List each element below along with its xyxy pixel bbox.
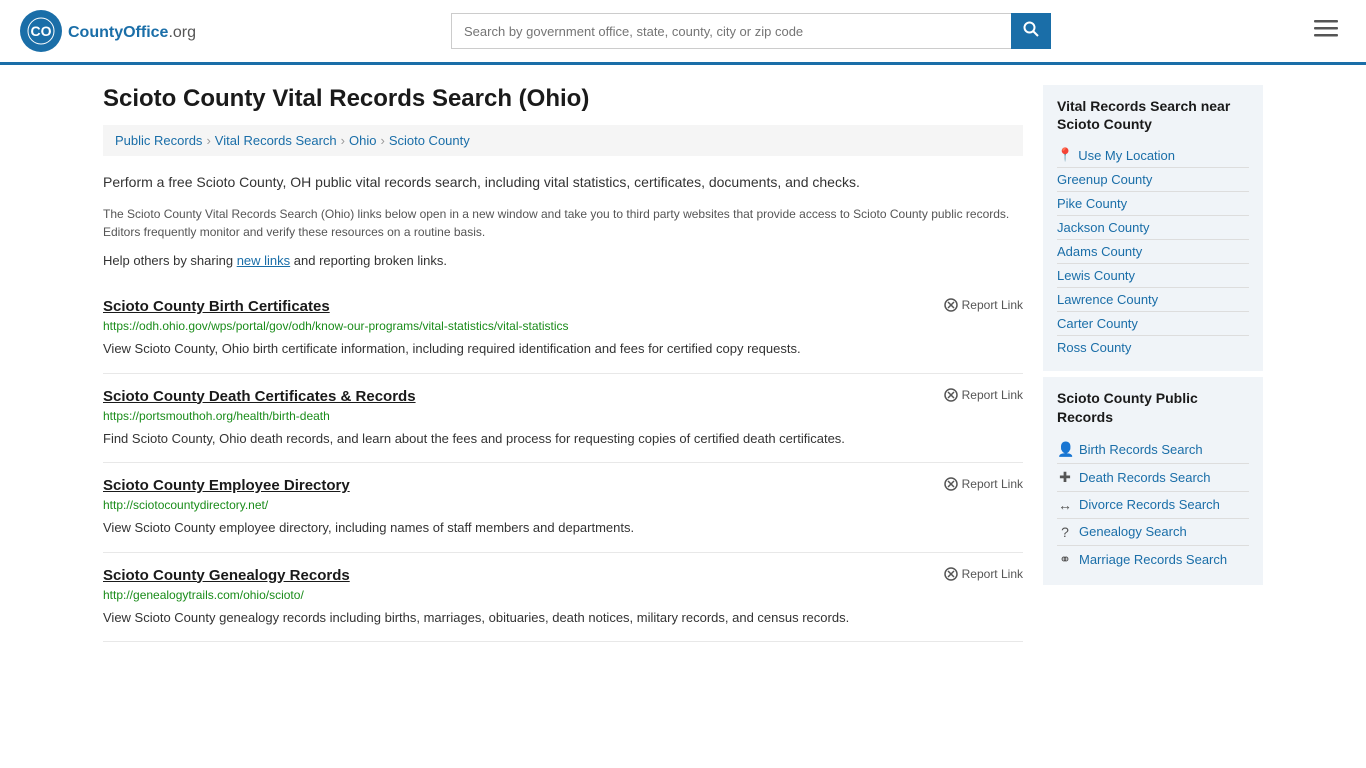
content-area: Scioto County Vital Records Search (Ohio… (103, 85, 1023, 642)
result-item: Scioto County Genealogy Records Report L… (103, 553, 1023, 643)
new-links[interactable]: new links (237, 253, 290, 268)
result-title-2[interactable]: Scioto County Employee Directory (103, 477, 350, 494)
nearby-link-3[interactable]: Adams County (1057, 240, 1249, 264)
question-icon: ? (1057, 524, 1073, 540)
result-desc-2: View Scioto County employee directory, i… (103, 518, 1023, 538)
nearby-link-6[interactable]: Carter County (1057, 312, 1249, 336)
nearby-link-5[interactable]: Lawrence County (1057, 288, 1249, 312)
breadcrumb-ohio[interactable]: Ohio (349, 133, 376, 148)
page-title: Scioto County Vital Records Search (Ohio… (103, 85, 1023, 113)
result-header-1: Scioto County Death Certificates & Recor… (103, 388, 1023, 405)
menu-button[interactable] (1306, 12, 1346, 50)
public-record-link-0[interactable]: 👤Birth Records Search (1057, 436, 1249, 464)
report-link-3[interactable]: Report Link (944, 567, 1023, 581)
public-record-link-4[interactable]: ⚭Marriage Records Search (1057, 546, 1249, 573)
result-desc-0: View Scioto County, Ohio birth certifica… (103, 339, 1023, 359)
nearby-link-0[interactable]: Greenup County (1057, 168, 1249, 192)
logo-icon: CO (20, 10, 62, 52)
sidebar: Vital Records Search near Scioto County … (1043, 85, 1263, 642)
result-title-0[interactable]: Scioto County Birth Certificates (103, 298, 330, 315)
arrows-icon: ↔ (1057, 497, 1073, 513)
public-records-links: 👤Birth Records Search✚Death Records Sear… (1057, 436, 1249, 573)
result-item: Scioto County Death Certificates & Recor… (103, 374, 1023, 464)
use-my-location[interactable]: 📍 Use My Location (1057, 143, 1249, 168)
public-records-section: Scioto County Public Records 👤Birth Reco… (1043, 377, 1263, 584)
result-item: Scioto County Birth Certificates Report … (103, 284, 1023, 374)
result-url-0[interactable]: https://odh.ohio.gov/wps/portal/gov/odh/… (103, 319, 1023, 333)
logo-text: CountyOffice.org (68, 20, 196, 43)
result-url-3[interactable]: http://genealogytrails.com/ohio/scioto/ (103, 588, 1023, 602)
search-button[interactable] (1011, 13, 1051, 49)
cross-icon: ✚ (1057, 469, 1073, 486)
report-icon-1 (944, 388, 958, 402)
public-record-link-2[interactable]: ↔Divorce Records Search (1057, 492, 1249, 519)
result-title-3[interactable]: Scioto County Genealogy Records (103, 567, 350, 584)
result-url-1[interactable]: https://portsmouthoh.org/health/birth-de… (103, 409, 1023, 423)
result-desc-1: Find Scioto County, Ohio death records, … (103, 429, 1023, 449)
nearby-link-4[interactable]: Lewis County (1057, 264, 1249, 288)
result-url-2[interactable]: http://sciotocountydirectory.net/ (103, 498, 1023, 512)
breadcrumb-public-records[interactable]: Public Records (115, 133, 202, 148)
pin-icon: 📍 (1057, 147, 1073, 163)
help-text: Help others by sharing new links and rep… (103, 253, 1023, 268)
logo[interactable]: CO CountyOffice.org (20, 10, 196, 52)
results-list: Scioto County Birth Certificates Report … (103, 284, 1023, 642)
public-records-title: Scioto County Public Records (1057, 389, 1249, 425)
nearby-link-7[interactable]: Ross County (1057, 336, 1249, 359)
report-link-2[interactable]: Report Link (944, 477, 1023, 491)
svg-text:CO: CO (31, 23, 52, 39)
ring-icon: ⚭ (1057, 551, 1073, 568)
search-bar (451, 13, 1051, 49)
report-icon-3 (944, 567, 958, 581)
breadcrumb-scioto[interactable]: Scioto County (389, 133, 470, 148)
result-item: Scioto County Employee Directory Report … (103, 463, 1023, 553)
result-header-3: Scioto County Genealogy Records Report L… (103, 567, 1023, 584)
report-icon-2 (944, 477, 958, 491)
result-title-1[interactable]: Scioto County Death Certificates & Recor… (103, 388, 416, 405)
nearby-title: Vital Records Search near Scioto County (1057, 97, 1249, 133)
report-icon-0 (944, 298, 958, 312)
result-desc-3: View Scioto County genealogy records inc… (103, 608, 1023, 628)
result-header-0: Scioto County Birth Certificates Report … (103, 298, 1023, 315)
nearby-link-2[interactable]: Jackson County (1057, 216, 1249, 240)
main-description: Perform a free Scioto County, OH public … (103, 172, 1023, 193)
secondary-description: The Scioto County Vital Records Search (… (103, 205, 1023, 241)
report-link-0[interactable]: Report Link (944, 298, 1023, 312)
result-header-2: Scioto County Employee Directory Report … (103, 477, 1023, 494)
breadcrumb-vital-records[interactable]: Vital Records Search (215, 133, 337, 148)
nearby-links-container: Greenup CountyPike CountyJackson CountyA… (1057, 168, 1249, 359)
report-link-1[interactable]: Report Link (944, 388, 1023, 402)
person-icon: 👤 (1057, 441, 1073, 458)
search-input[interactable] (451, 13, 1011, 49)
main-container: Scioto County Vital Records Search (Ohio… (83, 65, 1283, 662)
site-header: CO CountyOffice.org (0, 0, 1366, 65)
nearby-section: Vital Records Search near Scioto County … (1043, 85, 1263, 371)
public-record-link-1[interactable]: ✚Death Records Search (1057, 464, 1249, 492)
public-record-link-3[interactable]: ?Genealogy Search (1057, 519, 1249, 546)
nearby-link-1[interactable]: Pike County (1057, 192, 1249, 216)
breadcrumb: Public Records › Vital Records Search › … (103, 125, 1023, 156)
